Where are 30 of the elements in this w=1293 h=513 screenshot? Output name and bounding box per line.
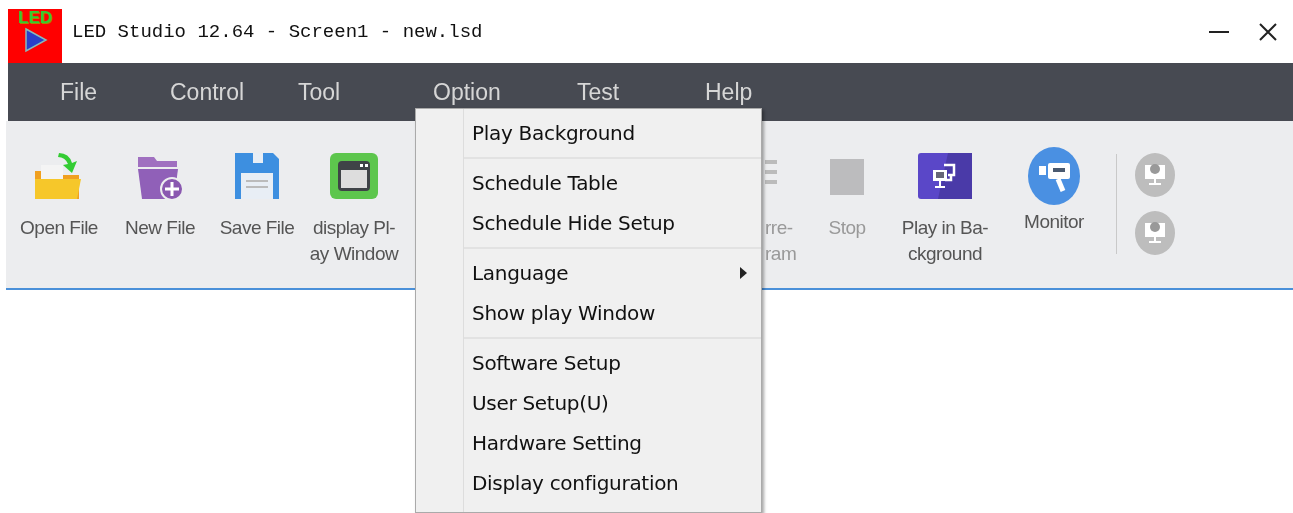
monitors-icon — [918, 153, 972, 199]
menu-item[interactable]: Tool — [298, 78, 433, 106]
menu-option[interactable]: Schedule Hide Setup — [464, 203, 761, 243]
menu-option[interactable]: Show play Window — [464, 293, 761, 333]
minimize-icon[interactable] — [1209, 30, 1229, 33]
close-icon[interactable] — [1259, 22, 1277, 41]
menu-option[interactable]: Schedule Table — [464, 163, 761, 203]
menu-option[interactable]: Play Background — [464, 113, 761, 153]
menu-item[interactable]: Help — [705, 78, 805, 106]
toolbar-button[interactable]: Monitor — [1004, 121, 1104, 235]
toolbar-button[interactable]: Save File — [208, 121, 306, 241]
menu-item[interactable]: Test — [577, 78, 705, 106]
toolbar-button[interactable]: Open File — [6, 121, 112, 241]
camera-icon — [1028, 147, 1080, 205]
menu-item[interactable]: Option — [433, 78, 577, 106]
menu-item[interactable]: File — [60, 78, 170, 106]
menu-option[interactable]: Language — [464, 253, 761, 293]
window-title: LED Studio 12.64 - Screen1 - new.lsd — [72, 20, 484, 43]
numbered-monitor-icon[interactable] — [1135, 211, 1175, 255]
toolbar-button[interactable]: display Pl- ay Window — [306, 121, 402, 267]
menu-option[interactable]: Hardware Setting — [464, 423, 761, 463]
menu-option[interactable]: Display configuration — [464, 463, 761, 503]
toolbar-button[interactable]: Play in Ba- ckground — [886, 121, 1004, 267]
toolbar-button[interactable]: New File — [112, 121, 208, 241]
menu-option[interactable]: User Setup(U) — [464, 383, 761, 423]
menu-item[interactable]: Control — [170, 78, 298, 106]
app-logo: LED — [8, 8, 62, 63]
numbered-monitor-icon[interactable] — [1135, 153, 1175, 197]
stop-icon — [830, 157, 864, 195]
menu-option[interactable]: Software Setup — [464, 343, 761, 383]
